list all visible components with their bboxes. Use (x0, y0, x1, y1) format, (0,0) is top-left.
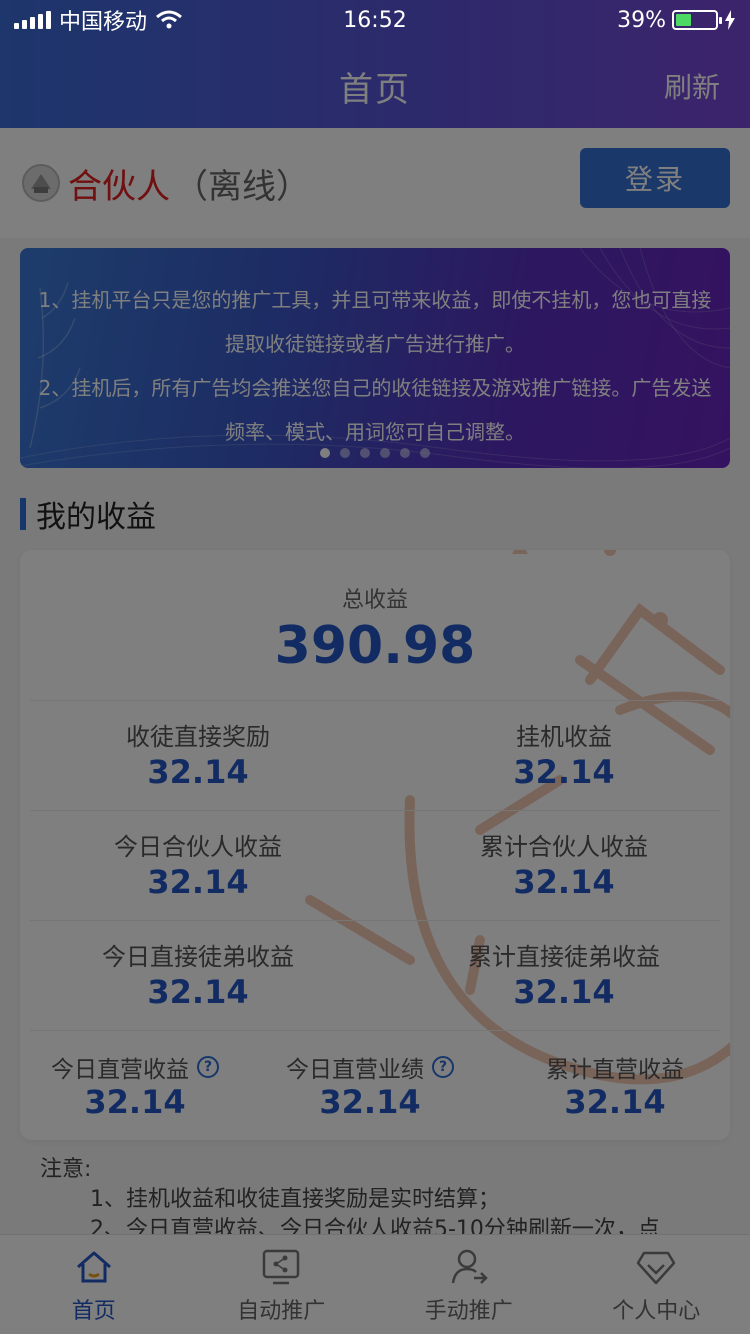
section-title: 我的收益 (20, 494, 156, 535)
earning-label: 收徒直接奖励 (126, 723, 270, 751)
partner-name: 合伙人 (68, 166, 170, 207)
earning-value: 32.14 (513, 863, 615, 901)
battery-level (676, 14, 691, 26)
earning-value: 32.14 (564, 1083, 666, 1121)
notes-section: 注意: 1、挂机收益和收徒直接奖励是实时结算； 2、今日直营收益、今日合伙人收益… (40, 1155, 730, 1245)
divider (30, 920, 720, 921)
status-bar: 中国移动 16:52 39% (0, 0, 750, 40)
section-title-text: 我的收益 (36, 500, 156, 535)
earning-cell: 收徒直接奖励 32.14 (48, 720, 348, 790)
carrier-label: 中国移动 (59, 10, 148, 35)
banner-text: 1、挂机平台只是您的推广工具，并且可带来收益，即使不挂机，您也可直接 提取收徒链… (20, 278, 730, 454)
earning-value: 32.14 (84, 1083, 186, 1121)
charging-icon (725, 10, 735, 30)
banner-line: 1、挂机平台只是您的推广工具，并且可带来收益，即使不挂机，您也可直接 (38, 288, 712, 312)
help-icon[interactable]: ? (432, 1056, 454, 1078)
help-icon[interactable]: ? (197, 1056, 219, 1078)
earning-label: 今日直营收益 ? (20, 1050, 250, 1084)
earning-label: 累计直接徒弟收益 (468, 943, 660, 971)
earning-cell: 今日直营收益 ? 32.14 (20, 1050, 250, 1120)
tab-profile[interactable]: 个人中心 (563, 1235, 750, 1334)
earning-label: 挂机收益 (516, 723, 612, 751)
earning-value: 32.14 (319, 1083, 421, 1121)
banner-line: 2、挂机后，所有广告均会推送您自己的收徒链接及游戏推广链接。广告发送 (38, 376, 712, 400)
divider (30, 1030, 720, 1031)
earning-cell: 累计直接徒弟收益 32.14 (414, 940, 714, 1010)
tab-auto-promote[interactable]: 自动推广 (188, 1235, 376, 1334)
earning-cell: 累计直营收益 32.14 (500, 1050, 730, 1120)
earning-value: 32.14 (513, 753, 615, 791)
earning-label-text: 今日直营收益 (51, 1057, 189, 1083)
status-left: 中国移动 (14, 4, 183, 36)
earning-cell: 累计合伙人收益 32.14 (414, 830, 714, 900)
earning-cell: 今日直营业绩 ? 32.14 (255, 1050, 485, 1120)
login-button[interactable]: 登录 (580, 148, 730, 208)
earning-label-text: 累计直营收益 (546, 1057, 684, 1083)
divider (30, 810, 720, 811)
carousel-dot[interactable] (400, 448, 410, 458)
earning-label: 今日直营业绩 ? (255, 1050, 485, 1084)
section-title-bar (20, 498, 26, 530)
tab-label: 自动推广 (237, 1298, 326, 1324)
battery-icon (672, 10, 722, 30)
tab-label: 个人中心 (612, 1298, 701, 1324)
earning-label: 今日直接徒弟收益 (102, 943, 294, 971)
carousel-dots (20, 448, 730, 458)
carousel-dot[interactable] (320, 448, 330, 458)
user-forward-icon (451, 1249, 488, 1284)
share-screen-icon (263, 1249, 300, 1284)
banner-line: 提取收徒链接或者广告进行推广。 (225, 332, 525, 356)
carousel-dot[interactable] (420, 448, 430, 458)
earning-label: 累计直营收益 (500, 1050, 730, 1084)
tab-home[interactable]: 首页 (0, 1235, 188, 1334)
banner-carousel[interactable]: 1、挂机平台只是您的推广工具，并且可带来收益，即使不挂机，您也可直接 提取收徒链… (20, 248, 730, 468)
partner-row: 合伙人 （离线） 登录 (0, 128, 750, 238)
notes-title: 注意: (40, 1157, 92, 1182)
divider (30, 700, 720, 701)
earning-label: 累计合伙人收益 (480, 833, 648, 861)
carousel-dot[interactable] (340, 448, 350, 458)
earning-label-text: 今日直营业绩 (286, 1057, 424, 1083)
home-icon (76, 1251, 111, 1282)
earning-cell: 今日合伙人收益 32.14 (48, 830, 348, 900)
tab-manual-promote[interactable]: 手动推广 (375, 1235, 563, 1334)
carousel-dot[interactable] (380, 448, 390, 458)
status-right: 39% (617, 8, 736, 33)
earning-cell: 挂机收益 32.14 (414, 720, 714, 790)
bottom-tab-bar: 首页 自动推广 手动推广 个人中心 (0, 1234, 750, 1334)
diamond-icon (637, 1251, 676, 1284)
tab-label: 手动推广 (424, 1298, 513, 1324)
page-title: 首页 (339, 70, 411, 110)
signal-icon (14, 11, 51, 29)
partner-badge-icon (22, 164, 60, 202)
total-earnings-label: 总收益 (341, 588, 408, 613)
battery-percent: 39% (617, 7, 666, 33)
earning-value: 32.14 (147, 973, 249, 1011)
partner-status: （离线） (174, 166, 310, 207)
earning-value: 32.14 (513, 973, 615, 1011)
earning-cell: 今日直接徒弟收益 32.14 (48, 940, 348, 1010)
wifi-icon (156, 10, 182, 29)
earning-label: 今日合伙人收益 (114, 833, 282, 861)
carousel-dot[interactable] (360, 448, 370, 458)
earning-value: 32.14 (147, 753, 249, 791)
refresh-button[interactable]: 刷新 (664, 66, 720, 106)
earnings-card: 总收益 390.98 收徒直接奖励 32.14 挂机收益 32.14 今日合伙人… (20, 550, 730, 1140)
total-earnings-value: 390.98 (274, 616, 476, 676)
earning-value: 32.14 (147, 863, 249, 901)
note-item: 1、挂机收益和收徒直接奖励是实时结算； (90, 1187, 500, 1212)
tab-label: 首页 (71, 1298, 116, 1324)
